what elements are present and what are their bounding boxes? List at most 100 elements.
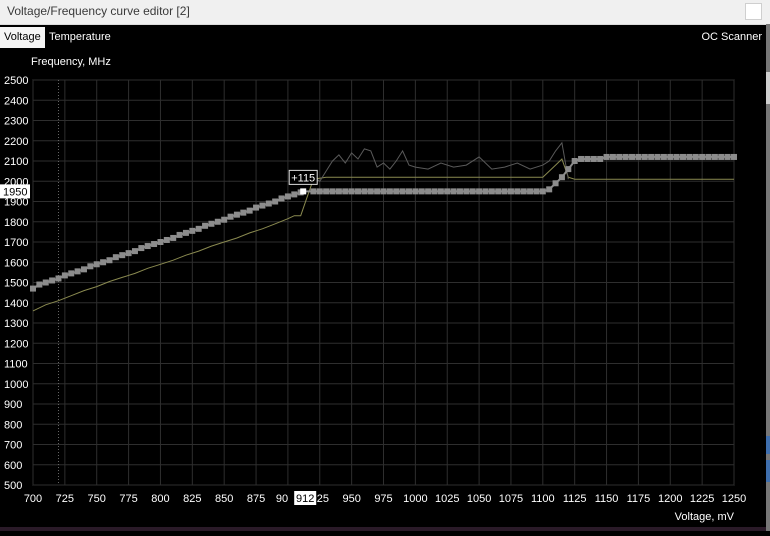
curve-point[interactable]: [112, 254, 119, 261]
curve-point[interactable]: [144, 243, 151, 250]
curve-point[interactable]: [221, 216, 228, 223]
curve-point[interactable]: [431, 188, 438, 195]
curve-point[interactable]: [660, 153, 667, 160]
curve-point[interactable]: [578, 155, 585, 162]
oc-scanner-button[interactable]: OC Scanner: [701, 27, 762, 48]
curve-point[interactable]: [195, 225, 202, 232]
curve-point[interactable]: [189, 227, 196, 234]
curve-point[interactable]: [680, 153, 687, 160]
curve-point[interactable]: [616, 153, 623, 160]
curve-point[interactable]: [469, 188, 476, 195]
curve-point[interactable]: [673, 153, 680, 160]
curve-point[interactable]: [641, 153, 648, 160]
curve-point[interactable]: [278, 195, 285, 202]
curve-point[interactable]: [182, 229, 189, 236]
curve-point[interactable]: [323, 188, 330, 195]
curve-point[interactable]: [718, 153, 725, 160]
curve-point[interactable]: [539, 188, 546, 195]
curve-point[interactable]: [603, 153, 610, 160]
vf-curve-plot[interactable]: 500 600 700 800 900 1000 1100 1200 1300 1400 1500 1…: [0, 48, 766, 531]
curve-point[interactable]: [412, 188, 419, 195]
curve-point[interactable]: [476, 188, 483, 195]
curve-point[interactable]: [265, 200, 272, 207]
curve-point[interactable]: [227, 213, 234, 220]
curve-point[interactable]: [87, 263, 94, 270]
curve-point[interactable]: [622, 153, 629, 160]
curve-point[interactable]: [629, 153, 636, 160]
curve-point[interactable]: [488, 188, 495, 195]
curve-point[interactable]: [514, 188, 521, 195]
curve-point[interactable]: [584, 155, 591, 162]
curve-point[interactable]: [214, 218, 221, 225]
curve-point[interactable]: [648, 153, 655, 160]
tab-voltage[interactable]: Voltage: [0, 27, 45, 48]
curve-point[interactable]: [61, 272, 68, 279]
curve-point[interactable]: [571, 158, 578, 164]
curve-point[interactable]: [151, 241, 158, 248]
tab-temperature[interactable]: Temperature: [45, 27, 115, 48]
curve-point[interactable]: [316, 188, 323, 195]
curve-point[interactable]: [450, 188, 457, 195]
curve-point[interactable]: [55, 275, 62, 282]
curve-point[interactable]: [131, 248, 138, 255]
curve-point[interactable]: [399, 188, 406, 195]
curve-point[interactable]: [405, 188, 412, 195]
curve-point[interactable]: [93, 261, 100, 268]
curve-point[interactable]: [731, 153, 737, 160]
curve-point[interactable]: [380, 188, 387, 195]
curve-point[interactable]: [533, 188, 540, 195]
curve-point[interactable]: [30, 285, 36, 292]
curve-point[interactable]: [68, 270, 75, 277]
curve-point[interactable]: [119, 252, 126, 259]
curve-point[interactable]: [329, 188, 336, 195]
curve-point[interactable]: [425, 188, 432, 195]
curve-point[interactable]: [291, 191, 298, 198]
curve-point[interactable]: [590, 155, 597, 162]
curve-point[interactable]: [495, 188, 502, 195]
curve-point[interactable]: [310, 188, 317, 195]
curve-point[interactable]: [724, 153, 731, 160]
curve-point[interactable]: [374, 188, 381, 195]
curve-point[interactable]: [49, 277, 56, 284]
selected-curve-point[interactable]: [300, 188, 307, 195]
curve-point[interactable]: [284, 193, 291, 200]
curve-point[interactable]: [546, 186, 553, 193]
curve-point[interactable]: [157, 239, 164, 245]
curve-point[interactable]: [711, 153, 718, 160]
curve-point[interactable]: [552, 180, 559, 187]
curve-point[interactable]: [176, 231, 183, 238]
curve-point[interactable]: [106, 257, 113, 264]
curve-point[interactable]: [125, 250, 132, 257]
curve-point[interactable]: [501, 188, 508, 195]
curve-point[interactable]: [74, 268, 81, 275]
curve-point[interactable]: [520, 188, 527, 195]
curve-point[interactable]: [393, 188, 400, 195]
curve-point[interactable]: [456, 188, 463, 195]
curve-point[interactable]: [100, 259, 107, 266]
curve-point[interactable]: [654, 153, 661, 160]
curve-point[interactable]: [342, 188, 349, 195]
curve-point[interactable]: [463, 188, 470, 195]
curve-point[interactable]: [635, 153, 642, 160]
curve-point[interactable]: [259, 202, 266, 209]
curve-point[interactable]: [367, 188, 374, 195]
curve-point[interactable]: [272, 198, 279, 205]
curve-point[interactable]: [482, 188, 489, 195]
vertical-scrollbar[interactable]: [766, 24, 770, 531]
curve-point[interactable]: [240, 209, 247, 216]
curve-point[interactable]: [444, 188, 451, 195]
curve-point[interactable]: [437, 188, 444, 195]
curve-point[interactable]: [686, 153, 693, 160]
curve-point[interactable]: [253, 204, 260, 211]
close-button[interactable]: [745, 3, 762, 20]
curve-point[interactable]: [80, 266, 87, 273]
curve-point[interactable]: [355, 188, 362, 195]
curve-point[interactable]: [507, 188, 514, 195]
curve-point[interactable]: [170, 234, 177, 241]
curve-point[interactable]: [246, 207, 253, 214]
curve-point[interactable]: [667, 153, 674, 160]
curve-point[interactable]: [692, 153, 699, 160]
curve-point[interactable]: [361, 188, 368, 195]
curve-point[interactable]: [705, 153, 712, 160]
curve-point[interactable]: [42, 279, 49, 286]
